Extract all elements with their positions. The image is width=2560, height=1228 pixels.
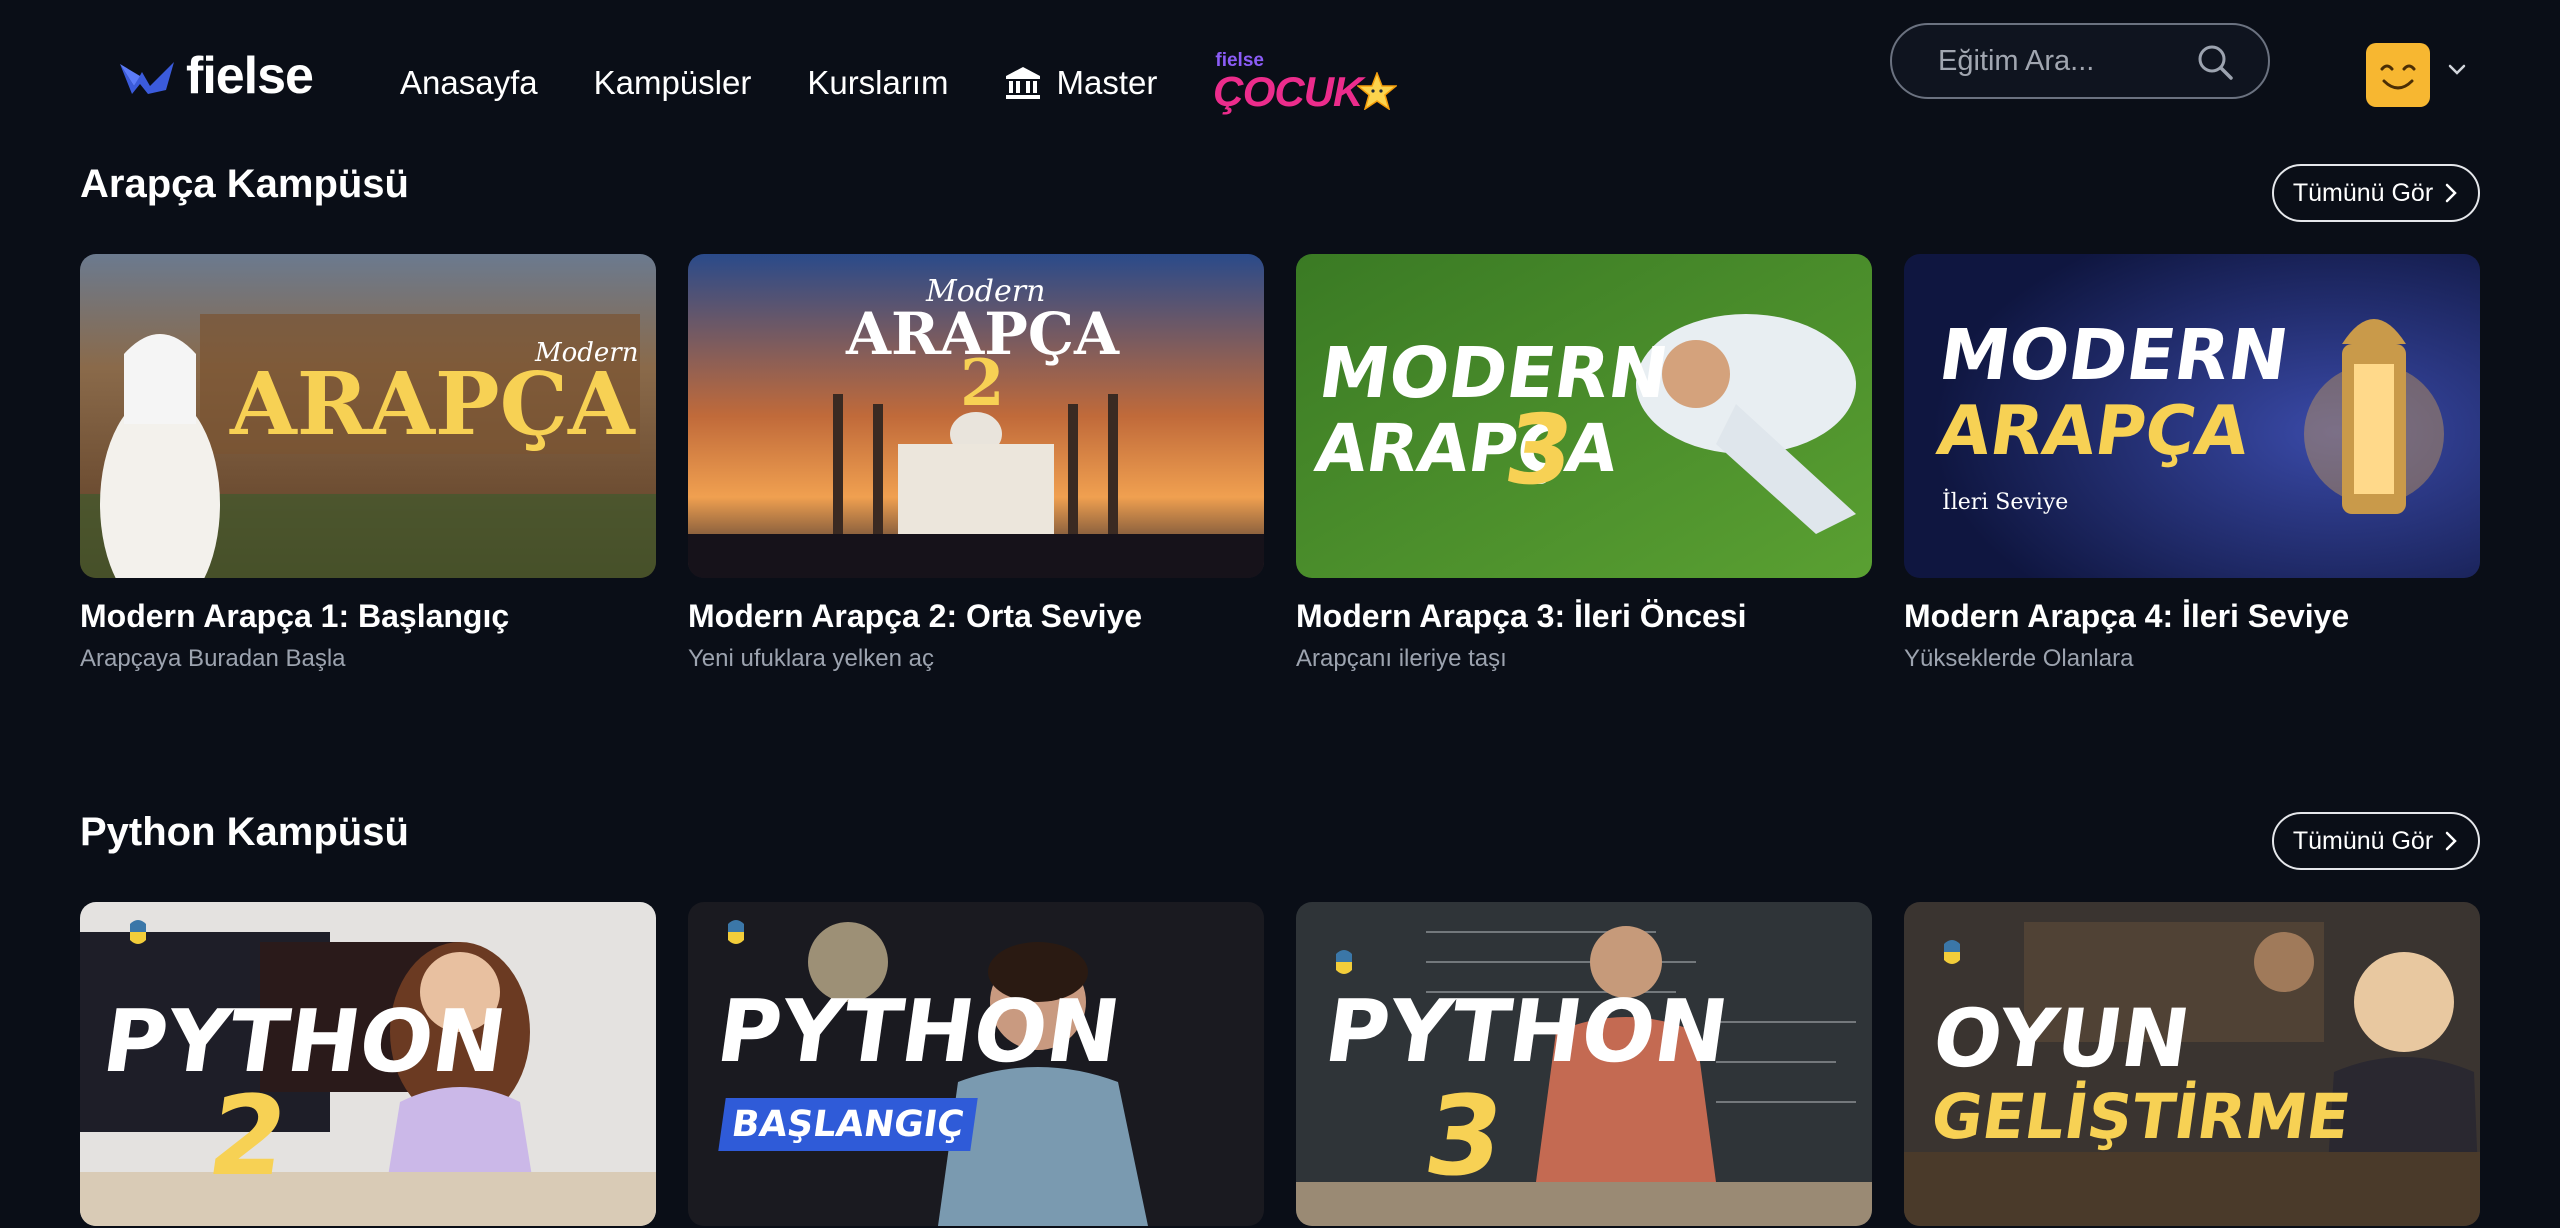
- course-thumbnail[interactable]: MODERN ARAPÇA İleri Seviye: [1904, 254, 2480, 578]
- smiley-avatar-icon: [2380, 64, 2416, 90]
- see-all-label: Tümünü Gör: [2292, 178, 2434, 207]
- thumb-text: ARAPÇA: [230, 354, 635, 455]
- course-title[interactable]: Modern Arapça 3: İleri Öncesi: [1296, 598, 1872, 635]
- course-subtitle: Arapçaya Buradan Başla: [80, 645, 346, 672]
- course-title[interactable]: Modern Arapça 2: Orta Seviye: [688, 598, 1264, 635]
- course-subtitle: Arapçanı ileriye taşı: [1296, 645, 1507, 672]
- nav-links: Anasayfa Kampüsler Kurslarım Master fiel…: [400, 50, 1398, 116]
- thumb-text: PYTHON: [96, 992, 513, 1092]
- course-subtitle: Yükseklerde Olanlara: [1904, 645, 2134, 672]
- course-thumbnail[interactable]: Modern ARAPÇA 2: [688, 254, 1264, 578]
- cocuk-big-text: ÇOCUK: [1213, 68, 1363, 115]
- search-box[interactable]: [1890, 23, 2270, 99]
- nav-link-anasayfa[interactable]: Anasayfa: [400, 64, 538, 102]
- course-thumbnail[interactable]: MODERN ARAPÇA 3: [1296, 254, 1872, 578]
- see-all-button-python[interactable]: Tümünü Gör: [2272, 812, 2480, 870]
- course-card[interactable]: PYTHON 2: [80, 902, 656, 1226]
- page: fielse Anasayfa Kampüsler Kurslarım Mast…: [0, 0, 2560, 1228]
- nav-link-master[interactable]: Master: [1005, 64, 1158, 102]
- fielse-cocuk-link[interactable]: fielse ÇOCUK: [1213, 50, 1398, 116]
- nav-master-label: Master: [1056, 64, 1158, 101]
- nav-link-kurslarim[interactable]: Kurslarım: [807, 64, 948, 102]
- chevron-right-icon: [2445, 183, 2457, 203]
- top-navbar: fielse Anasayfa Kampüsler Kurslarım Mast…: [0, 0, 2560, 150]
- course-thumbnail[interactable]: OYUN GELİŞTİRME: [1904, 902, 2480, 1226]
- avatar[interactable]: [2366, 43, 2430, 107]
- course-thumbnail[interactable]: PYTHON 2: [80, 902, 656, 1226]
- course-subtitle: Yeni ufuklara yelken aç: [688, 645, 934, 672]
- see-all-button-arapca[interactable]: Tümünü Gör: [2272, 164, 2480, 222]
- course-card[interactable]: Modern ARAPÇA 2 Modern Arapça 2: Orta Se…: [688, 254, 1264, 673]
- section-title-python: Python Kampüsü: [80, 810, 409, 854]
- course-row-arapca: Modern ARAPÇA Modern Arapça 1: Başlangıç…: [80, 254, 2480, 673]
- thumb-text: MODERN: [1934, 314, 2294, 396]
- course-thumbnail[interactable]: PYTHON BAŞLANGIÇ: [688, 902, 1264, 1226]
- thumb-text: PYTHON: [710, 982, 1127, 1082]
- fielse-logo-icon: [120, 62, 174, 94]
- chevron-right-icon: [2445, 831, 2457, 851]
- course-card[interactable]: PYTHON 3: [1296, 902, 1872, 1226]
- course-thumbnail[interactable]: PYTHON 3: [1296, 902, 1872, 1226]
- nav-link-kampusler[interactable]: Kampüsler: [594, 64, 752, 102]
- course-card[interactable]: Modern ARAPÇA Modern Arapça 1: Başlangıç…: [80, 254, 656, 673]
- see-all-label: Tümünü Gör: [2292, 826, 2434, 855]
- thumb-text: BAŞLANGIÇ: [718, 1098, 978, 1151]
- section-title-arapca: Arapça Kampüsü: [80, 162, 409, 206]
- thumb-text: GELİŞTİRME: [1926, 1080, 2355, 1153]
- course-card[interactable]: OYUN GELİŞTİRME: [1904, 902, 2480, 1226]
- course-card[interactable]: MODERN ARAPÇA 3 Modern Arapça 3: İleri Ö…: [1296, 254, 1872, 673]
- star-icon: [1357, 72, 1398, 110]
- chevron-down-icon[interactable]: [2446, 58, 2468, 80]
- search-icon[interactable]: [2196, 43, 2234, 81]
- course-card[interactable]: PYTHON BAŞLANGIÇ: [688, 902, 1264, 1226]
- thumb-text: 2: [960, 346, 1005, 421]
- thumb-text: İleri Seviye: [1942, 490, 2069, 515]
- course-title[interactable]: Modern Arapça 1: Başlangıç: [80, 598, 656, 635]
- search-input[interactable]: [1938, 25, 2198, 97]
- course-row-python: PYTHON 2 PYTHON BAŞLANGIÇ PYTHON 3 OYUN …: [80, 902, 2480, 1226]
- course-card[interactable]: MODERN ARAPÇA İleri Seviye Modern Arapça…: [1904, 254, 2480, 673]
- bank-icon: [1005, 67, 1040, 99]
- thumb-text: MODERN: [1314, 332, 1674, 414]
- course-thumbnail[interactable]: Modern ARAPÇA: [80, 254, 656, 578]
- logo-text: fielse: [186, 47, 314, 105]
- thumb-text: PYTHON: [1318, 982, 1735, 1082]
- fielse-logo[interactable]: fielse: [118, 46, 314, 106]
- course-title[interactable]: Modern Arapça 4: İleri Seviye: [1904, 598, 2480, 635]
- thumb-text: OYUN: [1927, 992, 2196, 1085]
- thumb-text: ARAPÇA: [1932, 392, 2254, 471]
